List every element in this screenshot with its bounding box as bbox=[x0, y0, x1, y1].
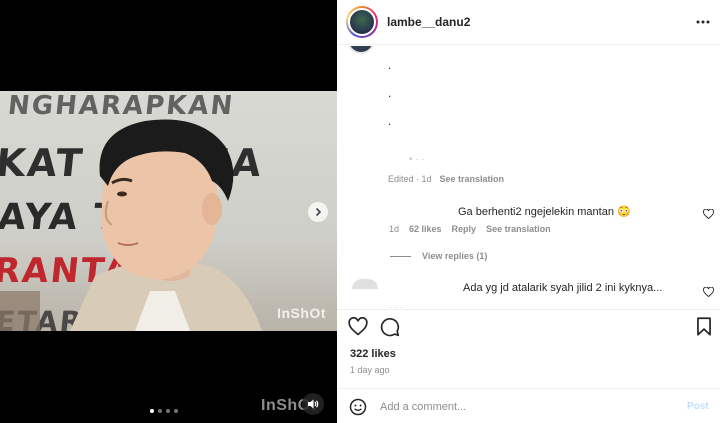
carousel-indicator bbox=[150, 409, 178, 413]
speaker-icon bbox=[308, 399, 319, 409]
comment-time: 1d bbox=[389, 224, 400, 234]
carousel-dot bbox=[174, 409, 178, 413]
comment-likes[interactable]: 62 likes bbox=[409, 224, 442, 234]
comment-text: Ga berhenti2 ngejelekin mantan 😳 bbox=[458, 206, 631, 218]
comments-list[interactable]: . . . • · · Edited · 1d See translation … bbox=[337, 46, 720, 308]
comment-text: . bbox=[388, 58, 392, 72]
comment-meta: 1d 62 likes Reply See translation bbox=[389, 224, 551, 234]
more-horizontal-icon bbox=[696, 20, 710, 24]
post-comment-button[interactable]: Post bbox=[687, 401, 709, 412]
comment-time: Edited · 1d bbox=[388, 174, 432, 184]
comment-meta: · · · bbox=[389, 302, 403, 308]
emoji-icon[interactable] bbox=[349, 398, 367, 416]
comment-icon[interactable] bbox=[380, 317, 400, 337]
see-translation-link[interactable]: See translation bbox=[486, 224, 551, 234]
next-photo-button[interactable] bbox=[308, 202, 328, 222]
faded-text: • · · bbox=[409, 154, 425, 165]
heart-icon[interactable] bbox=[348, 317, 368, 336]
likes-count[interactable]: 322 likes bbox=[350, 348, 396, 360]
carousel-dot bbox=[150, 409, 154, 413]
comment-text: . bbox=[388, 114, 392, 128]
post-username[interactable]: lambe__danu2 bbox=[387, 15, 470, 29]
post-side-panel: lambe__danu2 . . . • · · Edited · 1d See… bbox=[337, 0, 720, 423]
heart-icon[interactable] bbox=[703, 287, 714, 297]
sound-toggle-button[interactable] bbox=[302, 393, 324, 415]
comment-text: Ada yg jd atalarik syah jilid 2 ini kykn… bbox=[463, 282, 663, 294]
comment-text: . bbox=[388, 86, 392, 100]
add-comment-bar: Post bbox=[337, 388, 720, 423]
post-media: NGHARAPKAN KAT PE KEA AYA TE P RANTARA E… bbox=[0, 0, 337, 423]
post-header: lambe__danu2 bbox=[337, 0, 720, 45]
more-options-button[interactable] bbox=[694, 14, 712, 30]
avatar-image bbox=[348, 8, 376, 36]
post-photo: NGHARAPKAN KAT PE KEA AYA TE P RANTARA E… bbox=[0, 91, 337, 331]
post-timestamp: 1 day ago bbox=[350, 365, 390, 375]
commenter-avatar[interactable] bbox=[352, 279, 378, 289]
heart-icon[interactable] bbox=[703, 209, 714, 219]
chevron-right-icon bbox=[315, 207, 322, 217]
carousel-dot bbox=[158, 409, 162, 413]
divider bbox=[390, 255, 411, 257]
commenter-avatar[interactable] bbox=[347, 46, 375, 54]
comment-meta: Edited · 1d See translation bbox=[388, 174, 504, 184]
inshot-watermark: InShOt bbox=[277, 305, 326, 321]
bookmark-icon[interactable] bbox=[696, 317, 712, 336]
reply-button[interactable]: Reply bbox=[452, 224, 477, 234]
view-replies-button[interactable]: View replies (1) bbox=[390, 251, 487, 261]
avatar[interactable] bbox=[346, 6, 378, 38]
comment-input[interactable] bbox=[380, 398, 680, 416]
view-replies-label: View replies (1) bbox=[422, 251, 488, 261]
person-figure bbox=[0, 119, 262, 331]
see-translation-link[interactable]: See translation bbox=[440, 174, 505, 184]
post-actions bbox=[337, 309, 720, 345]
carousel-dot bbox=[166, 409, 170, 413]
